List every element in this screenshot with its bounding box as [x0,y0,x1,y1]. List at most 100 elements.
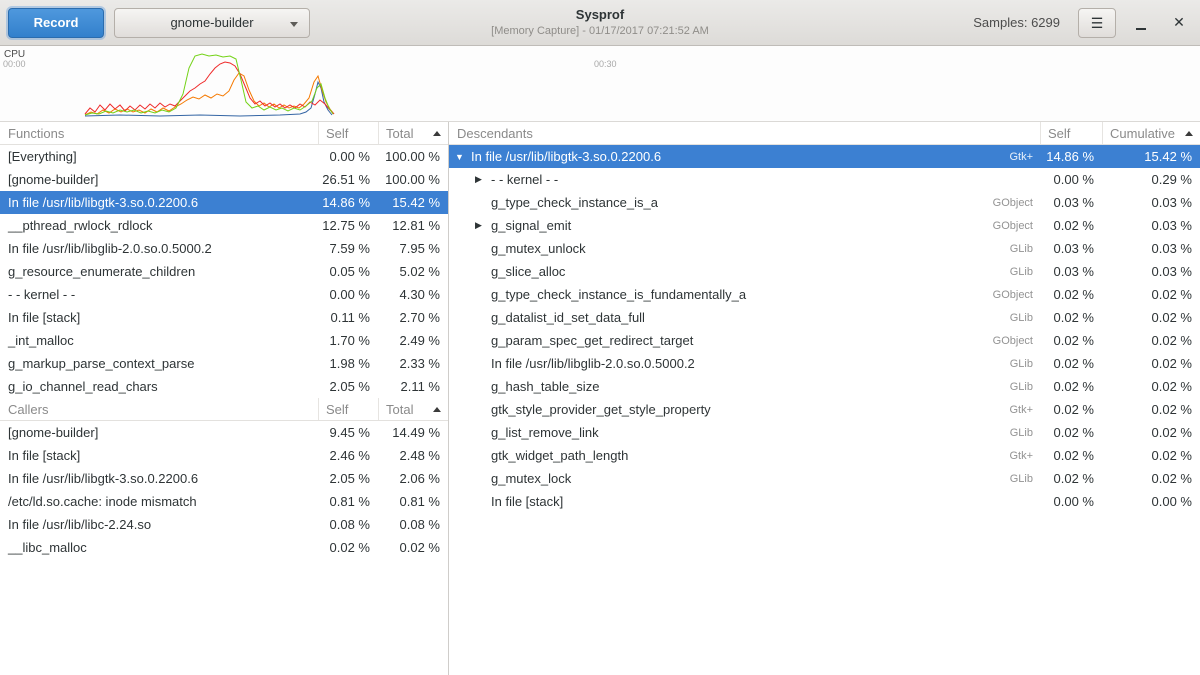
function-name-cell: [Everything] [0,149,318,164]
table-row[interactable]: In file /usr/lib/libc-2.24.so0.08 %0.08 … [0,513,448,536]
self-percent: 0.02 % [1040,379,1102,394]
table-row[interactable]: g_list_remove_linkGLib0.02 %0.02 % [449,421,1200,444]
table-row[interactable]: g_markup_parse_context_parse1.98 %2.33 % [0,352,448,375]
table-row[interactable]: In file /usr/lib/libglib-2.0.so.0.5000.2… [0,237,448,260]
library-tag: GObject [983,335,1040,347]
function-name-cell: __libc_malloc [0,540,318,555]
table-row[interactable]: g_type_check_instance_is_fundamentally_a… [449,283,1200,306]
self-percent: 14.86 % [1040,149,1102,164]
descendants-cumulative-column-header[interactable]: Cumulative [1102,122,1200,144]
function-name-cell: In file /usr/lib/libglib-2.0.so.0.5000.2… [449,356,1040,371]
table-row[interactable]: ▶g_signal_emitGObject0.02 %0.03 % [449,214,1200,237]
window-title-block: Sysprof [Memory Capture] - 01/17/2017 07… [491,7,709,37]
function-name: __libc_malloc [8,540,87,555]
table-row[interactable]: _int_malloc1.70 %2.49 % [0,329,448,352]
target-process-selector[interactable]: gnome-builder [114,8,310,38]
table-row[interactable]: g_resource_enumerate_children0.05 %5.02 … [0,260,448,283]
table-row[interactable]: g_datalist_id_set_data_fullGLib0.02 %0.0… [449,306,1200,329]
left-pane: Functions Self Total [Everything]0.00 %1… [0,122,449,675]
table-row[interactable]: ▶- - kernel - -0.00 %0.29 % [449,168,1200,191]
right-pane-empty-area [449,513,1200,675]
close-icon: ✕ [1173,14,1185,31]
table-row[interactable]: In file [stack]0.11 %2.70 % [0,306,448,329]
descendants-column-header[interactable]: Descendants [449,122,1040,144]
cpu-timeline[interactable]: CPU 00:00 00:30 [0,46,1200,122]
self-percent: 1.70 % [318,333,378,348]
table-row[interactable]: __pthread_rwlock_rdlock12.75 %12.81 % [0,214,448,237]
function-name: In file [stack] [8,448,80,463]
table-row[interactable]: In file /usr/lib/libglib-2.0.so.0.5000.2… [449,352,1200,375]
function-name: In file /usr/lib/libglib-2.0.so.0.5000.2 [8,241,212,256]
chevron-down-icon [290,22,298,27]
function-name-cell: ▶g_signal_emitGObject [449,218,1040,233]
functions-self-column-header[interactable]: Self [318,122,378,144]
expand-arrow-icon[interactable]: ▶ [475,174,491,185]
table-row[interactable]: [gnome-builder]26.51 %100.00 % [0,168,448,191]
table-row[interactable]: In file /usr/lib/libgtk-3.so.0.2200.62.0… [0,467,448,490]
table-row[interactable]: g_type_check_instance_is_aGObject0.03 %0… [449,191,1200,214]
table-row[interactable]: __libc_malloc0.02 %0.02 % [0,536,448,559]
callers-total-column-header[interactable]: Total [378,398,448,420]
self-percent: 0.02 % [1040,333,1102,348]
menu-button[interactable]: ☰ [1078,8,1116,38]
functions-column-header[interactable]: Functions [0,122,318,144]
table-row[interactable]: g_param_spec_get_redirect_targetGObject0… [449,329,1200,352]
function-name-cell: In file /usr/lib/libc-2.24.so [0,517,318,532]
function-name-cell: ▼In file /usr/lib/libgtk-3.so.0.2200.6Gt… [449,149,1040,164]
table-row[interactable]: In file [stack]2.46 %2.48 % [0,444,448,467]
table-row[interactable]: ▼In file /usr/lib/libgtk-3.so.0.2200.6Gt… [449,145,1200,168]
hamburger-icon: ☰ [1091,16,1104,30]
self-header-label: Self [326,126,348,141]
self-percent: 14.86 % [318,195,378,210]
function-name: In file /usr/lib/libgtk-3.so.0.2200.6 [471,149,661,164]
sort-indicator-icon [433,131,441,136]
functions-table-header: Functions Self Total [0,122,448,145]
total-percent: 0.02 % [1102,287,1200,302]
samples-count: Samples: 6299 [973,15,1060,30]
table-row[interactable]: [Everything]0.00 %100.00 % [0,145,448,168]
table-row[interactable]: gtk_widget_path_lengthGtk+0.02 %0.02 % [449,444,1200,467]
expand-arrow-icon[interactable]: ▶ [475,220,491,231]
table-row[interactable]: g_io_channel_read_chars2.05 %2.11 % [0,375,448,398]
total-percent: 0.08 % [378,517,448,532]
table-row[interactable]: In file [stack]0.00 %0.00 % [449,490,1200,513]
total-percent: 7.95 % [378,241,448,256]
total-percent: 2.11 % [378,379,448,394]
record-button[interactable]: Record [8,8,104,38]
table-row[interactable]: - - kernel - -0.00 %4.30 % [0,283,448,306]
function-name-cell: [gnome-builder] [0,425,318,440]
self-header-label: Self [1048,126,1070,141]
left-pane-empty-area [0,559,448,675]
descendants-self-column-header[interactable]: Self [1040,122,1102,144]
table-row[interactable]: g_hash_table_sizeGLib0.02 %0.02 % [449,375,1200,398]
self-percent: 0.05 % [318,264,378,279]
table-row[interactable]: /etc/ld.so.cache: inode mismatch0.81 %0.… [0,490,448,513]
function-name: gtk_style_provider_get_style_property [491,402,711,417]
self-percent: 0.02 % [1040,402,1102,417]
cpu-core-green-line [85,54,333,115]
callers-column-header[interactable]: Callers [0,398,318,420]
self-percent: 1.98 % [318,356,378,371]
self-percent: 0.00 % [1040,172,1102,187]
function-name: g_list_remove_link [491,425,599,440]
close-button[interactable]: ✕ [1166,10,1192,36]
minimize-button[interactable] [1128,10,1154,36]
table-row[interactable]: [gnome-builder]9.45 %14.49 % [0,421,448,444]
functions-total-column-header[interactable]: Total [378,122,448,144]
function-name: g_mutex_unlock [491,241,586,256]
function-name: - - kernel - - [491,172,558,187]
collapse-arrow-icon[interactable]: ▼ [455,152,471,162]
function-name: In file /usr/lib/libglib-2.0.so.0.5000.2 [491,356,695,371]
library-tag: GLib [1000,312,1040,324]
callers-self-column-header[interactable]: Self [318,398,378,420]
table-row[interactable]: g_mutex_unlockGLib0.03 %0.03 % [449,237,1200,260]
function-name: gtk_widget_path_length [491,448,628,463]
self-percent: 0.02 % [1040,471,1102,486]
table-row[interactable]: gtk_style_provider_get_style_propertyGtk… [449,398,1200,421]
table-row[interactable]: g_slice_allocGLib0.03 %0.03 % [449,260,1200,283]
function-name-cell: __pthread_rwlock_rdlock [0,218,318,233]
function-name: /etc/ld.so.cache: inode mismatch [8,494,197,509]
function-name: In file /usr/lib/libc-2.24.so [8,517,151,532]
table-row[interactable]: g_mutex_lockGLib0.02 %0.02 % [449,467,1200,490]
table-row[interactable]: In file /usr/lib/libgtk-3.so.0.2200.614.… [0,191,448,214]
